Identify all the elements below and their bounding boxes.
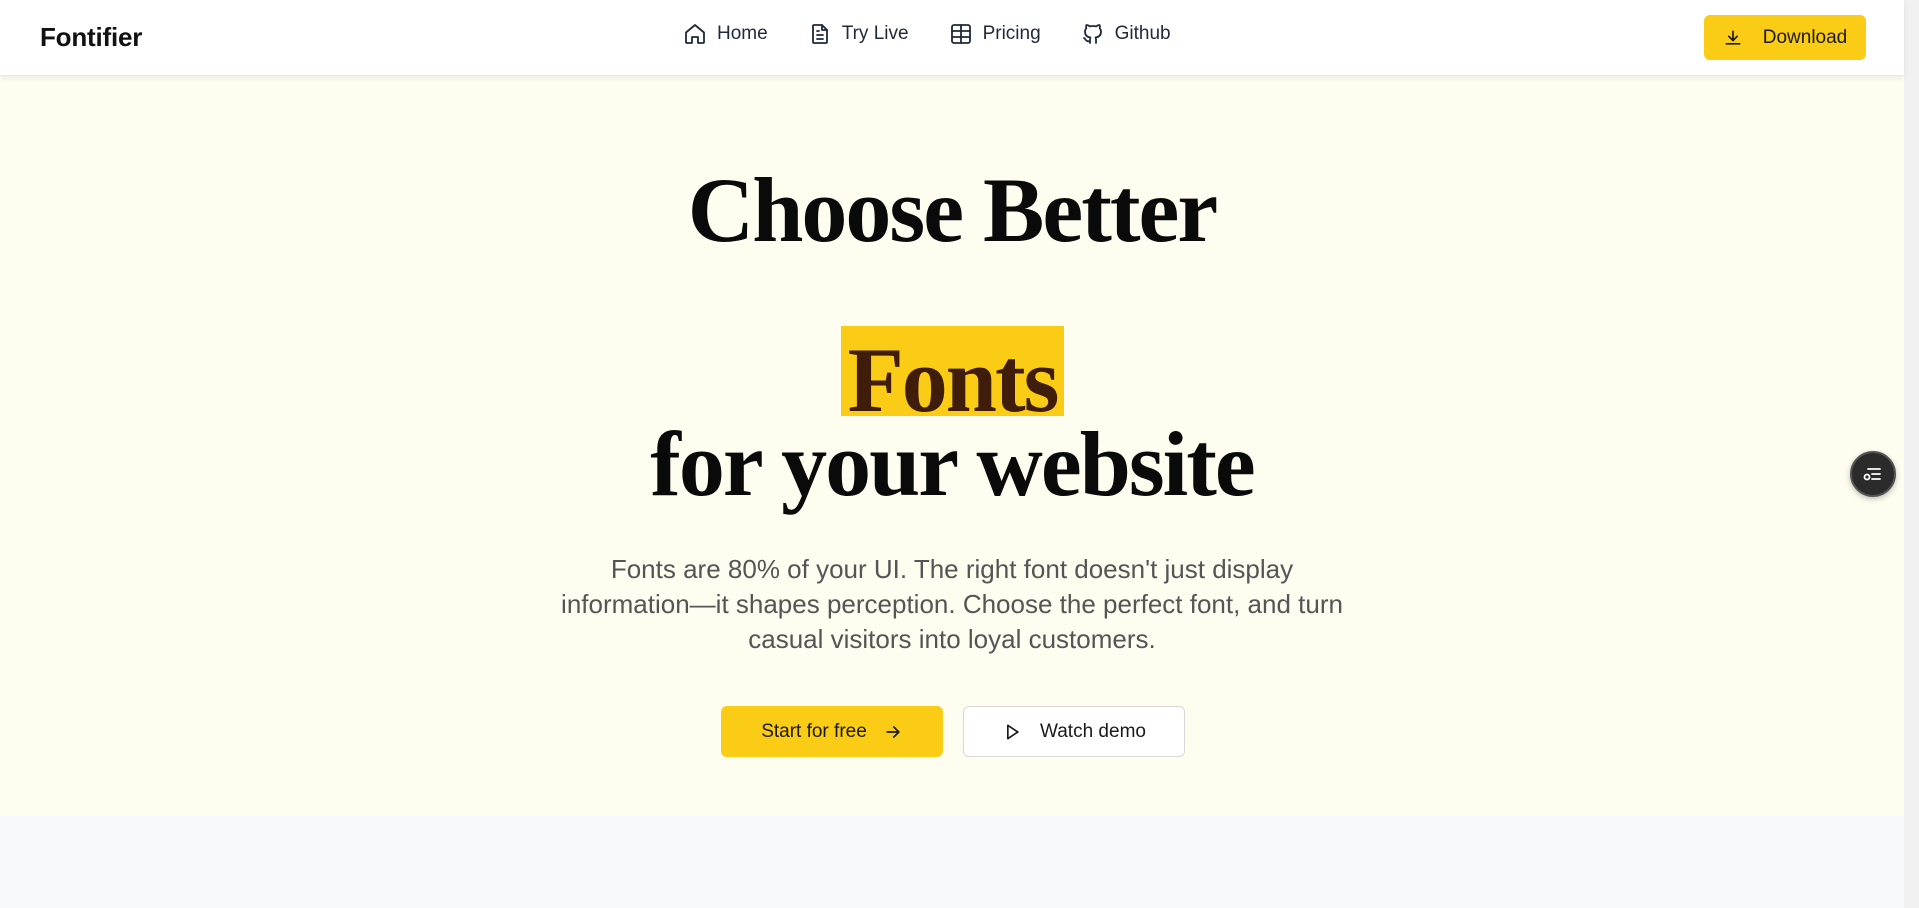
start-for-free-button[interactable]: Start for free (721, 706, 943, 757)
nav-item-github[interactable]: Github (1081, 22, 1171, 46)
hero-headline-line3: for your website (650, 413, 1255, 515)
nav-item-label: Pricing (982, 23, 1041, 44)
home-icon (685, 24, 705, 44)
play-icon (1007, 724, 1019, 739)
nav-item-pricing[interactable]: Pricing (949, 22, 1041, 46)
table-icon (950, 24, 971, 44)
hero-subtitle: Fonts are 80% of your UI. The right font… (561, 554, 1343, 654)
hero-headline-line1: Choose Better (687, 159, 1218, 261)
download-icon (1725, 30, 1741, 45)
start-for-free-label: Start for free (761, 720, 867, 742)
nav-item-try-live[interactable]: Try Live (808, 22, 909, 46)
hero-headline-highlight: Fonts (841, 326, 1064, 426)
arrow-right-icon (886, 725, 900, 738)
download-button[interactable]: Download (1704, 15, 1866, 60)
main-nav: Home Try Live Pricing Github (683, 22, 1171, 46)
top-navbar: Fontifier Home Try Live Pricing Github D… (0, 0, 1904, 76)
watch-demo-label: Watch demo (1040, 720, 1146, 742)
watch-demo-button[interactable]: Watch demo (963, 706, 1185, 757)
nav-item-label: Home (717, 23, 768, 44)
nav-item-label: Try Live (841, 23, 909, 44)
floating-settings-button[interactable] (1850, 451, 1896, 497)
nav-item-home[interactable]: Home (683, 22, 768, 46)
document-icon (811, 24, 828, 44)
nav-item-label: Github (1114, 23, 1171, 44)
github-icon (1082, 24, 1102, 44)
brand-logo[interactable]: Fontifier (40, 22, 142, 53)
page: Fontifier Home Try Live Pricing Github D… (0, 0, 1904, 908)
scrollbar[interactable] (1904, 0, 1919, 908)
settings-list-icon (1863, 468, 1881, 481)
next-section (0, 816, 1904, 908)
download-button-label: Download (1762, 26, 1848, 48)
